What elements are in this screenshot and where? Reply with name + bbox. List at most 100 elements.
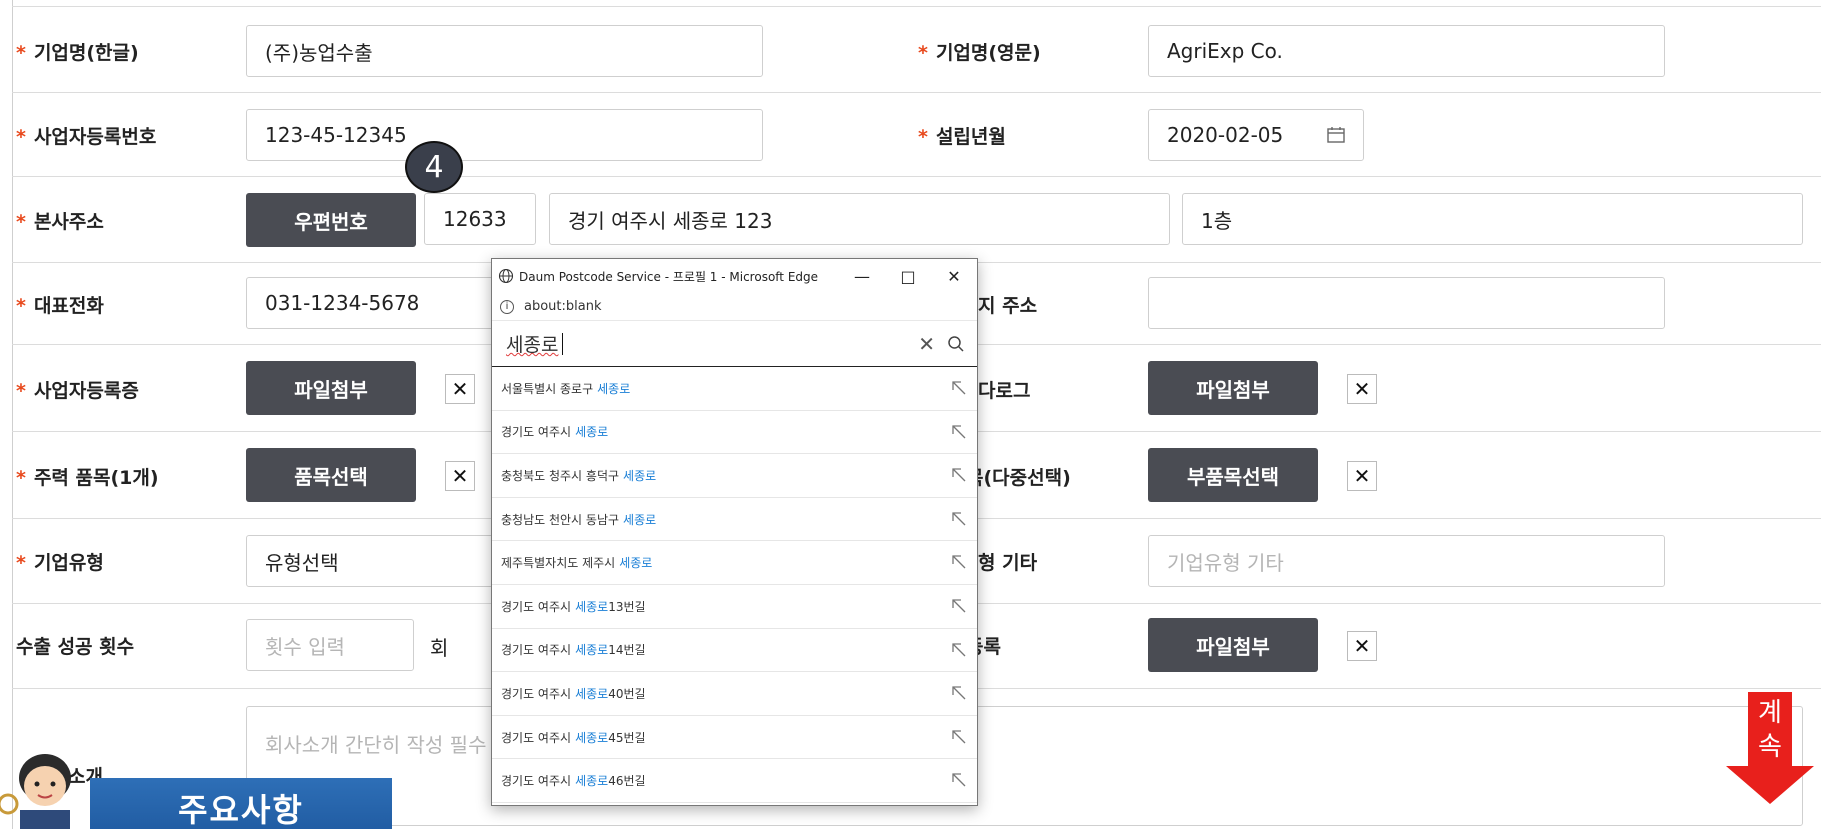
result-road-highlight: 세종로 — [623, 512, 657, 527]
result-region: 경기도 여주시 — [501, 599, 572, 614]
company-name-kr-input[interactable]: (주)농업수출 — [246, 25, 763, 77]
result-item[interactable]: 경기도 여주시 세종로 — [492, 411, 977, 455]
maximize-icon[interactable]: □ — [885, 259, 931, 293]
result-suffix: 13번길 — [608, 599, 646, 614]
company-type-etc-input[interactable]: 기업유형 기타 — [1148, 535, 1665, 587]
count-unit: 회 — [430, 636, 449, 660]
company-type-select[interactable]: 유형선택 — [246, 535, 506, 587]
founded-label: * 설립년월 — [918, 122, 1006, 149]
result-suffix: 46번길 — [608, 774, 646, 789]
company-name-en-input[interactable]: AgriExp Co. — [1148, 25, 1665, 77]
founded-date-input[interactable]: 2020-02-05 — [1148, 109, 1364, 161]
hq-address-label: * 본사주소 — [16, 207, 104, 234]
person-icon — [0, 754, 71, 829]
input-placeholder: 횟수 입력 — [265, 634, 345, 659]
input-value: 2020-02-05 — [1167, 123, 1284, 147]
result-item[interactable]: 경기도 여주시 세종로 14번길 — [492, 629, 977, 673]
input-value: 031-1234-5678 — [265, 291, 420, 315]
label-text: 기업명(영문) — [935, 42, 1041, 64]
result-suffix: 45번길 — [608, 730, 646, 745]
catalog-remove-button[interactable]: ✕ — [1347, 374, 1377, 404]
postcode-popup-window[interactable]: Daum Postcode Service - 프로필 1 - Microsof… — [491, 258, 978, 806]
site-address-label: 지 주소 — [978, 295, 1038, 317]
biz-cert-label: * 사업자등록증 — [16, 376, 139, 403]
postcode-result-list: 서울특별시 종로구 세종로 경기도 여주시 세종로 충청북도 청주시 흥덕구 세종로 충청남… — [492, 367, 977, 803]
result-region: 서울특별시 종로구 — [501, 381, 594, 396]
sub-item-select-button[interactable]: 부품목선택 — [1148, 448, 1318, 502]
result-region: 경기도 여주시 — [501, 730, 572, 745]
popup-address-bar[interactable]: i about:blank — [492, 293, 977, 321]
globe-icon — [498, 268, 514, 284]
biz-cert-attach-button[interactable]: 파일첨부 — [246, 361, 416, 415]
result-item[interactable]: 경기도 여주시 세종로 13번길 — [492, 585, 977, 629]
intro-textarea[interactable]: 회사소개 간단히 작성 필수 — [246, 706, 1803, 826]
result-road-highlight: 세종로 — [619, 556, 653, 571]
sub-item-remove-button[interactable]: ✕ — [1347, 461, 1377, 491]
site-address-input[interactable] — [1148, 277, 1665, 329]
result-road-highlight: 세종로 — [575, 599, 609, 614]
input-value: 유형선택 — [265, 550, 339, 575]
result-region: 경기도 여주시 — [501, 774, 572, 789]
result-item[interactable]: 충청북도 청주시 흥덕구 세종로 — [492, 454, 977, 498]
result-item[interactable]: 제주특별자치도 제주시 세종로 — [492, 541, 977, 585]
result-region: 충청남도 천안시 동남구 — [501, 512, 620, 527]
arrow-up-left-icon[interactable] — [951, 467, 967, 483]
popup-titlebar[interactable]: Daum Postcode Service - 프로필 1 - Microsof… — [492, 259, 977, 293]
row-divider — [12, 6, 1821, 7]
result-item[interactable]: 경기도 여주시 세종로 46번길 — [492, 759, 977, 803]
arrow-up-left-icon[interactable] — [951, 729, 967, 745]
business-reg-no-input[interactable]: 123-45-12345 — [246, 109, 763, 161]
arrow-up-left-icon[interactable] — [951, 554, 967, 570]
label-text: 기업유형 — [33, 552, 104, 574]
continue-arrow: 계속 — [1726, 692, 1814, 804]
notice-banner: 주요사항 — [90, 778, 392, 829]
input-placeholder: 기업유형 기타 — [1167, 550, 1284, 575]
arrow-up-left-icon[interactable] — [951, 424, 967, 440]
result-suffix: 14번길 — [608, 643, 646, 658]
catalog-attach-button[interactable]: 파일첨부 — [1148, 361, 1318, 415]
arrow-up-left-icon[interactable] — [951, 772, 967, 788]
file-reg-attach-button[interactable]: 파일첨부 — [1148, 618, 1318, 672]
result-item[interactable]: 서울특별시 종로구 세종로 — [492, 367, 977, 411]
result-road-highlight: 세종로 — [623, 468, 657, 483]
input-value: (주)농업수출 — [265, 40, 373, 65]
label-text: 설립년월 — [935, 126, 1006, 148]
sub-item-label: 목(다중선택) — [966, 467, 1071, 489]
company-name-kr-label: * 기업명(한글) — [16, 38, 139, 65]
result-item[interactable]: 충청남도 천안시 동남구 세종로 — [492, 498, 977, 542]
info-icon[interactable]: i — [500, 299, 514, 314]
address-detail-input[interactable]: 1층 — [1182, 193, 1803, 245]
postcode-button[interactable]: 우편번호 — [246, 193, 416, 247]
result-road-highlight: 세종로 — [575, 774, 609, 789]
label-text: 대표전화 — [33, 295, 104, 317]
arrow-up-left-icon[interactable] — [951, 598, 967, 614]
row-divider — [12, 176, 1821, 177]
text-caret — [562, 332, 564, 355]
required-mark: * — [16, 126, 26, 148]
export-count-input[interactable]: 횟수 입력 — [246, 619, 414, 671]
close-icon[interactable]: ✕ — [931, 259, 977, 293]
popup-search-field[interactable]: 세종로 ✕ — [492, 321, 977, 367]
file-reg-remove-button[interactable]: ✕ — [1347, 631, 1377, 661]
arrow-up-left-icon[interactable] — [951, 642, 967, 658]
company-type-label: * 기업유형 — [16, 548, 104, 575]
minimize-icon[interactable]: — — [839, 259, 885, 293]
main-item-select-button[interactable]: 품목선택 — [246, 448, 416, 502]
arrow-up-left-icon[interactable] — [951, 511, 967, 527]
arrow-up-left-icon[interactable] — [951, 380, 967, 396]
label-text: 사업자등록번호 — [33, 126, 157, 148]
postcode-input[interactable]: 12633 — [424, 193, 536, 245]
search-icon[interactable] — [947, 335, 965, 353]
clear-icon[interactable]: ✕ — [918, 332, 935, 356]
required-mark: * — [16, 42, 26, 64]
main-item-remove-button[interactable]: ✕ — [445, 461, 475, 491]
biz-cert-remove-button[interactable]: ✕ — [445, 374, 475, 404]
arrow-up-left-icon[interactable] — [951, 685, 967, 701]
search-query: 세종로 — [506, 334, 559, 356]
address-input[interactable]: 경기 여주시 세종로 123 — [549, 193, 1170, 245]
calendar-icon[interactable] — [1327, 127, 1345, 143]
result-item[interactable]: 경기도 여주시 세종로 40번길 — [492, 672, 977, 716]
row-divider — [12, 92, 1821, 93]
label-text: 주력 품목(1개) — [33, 467, 159, 489]
result-item[interactable]: 경기도 여주시 세종로 45번길 — [492, 716, 977, 760]
